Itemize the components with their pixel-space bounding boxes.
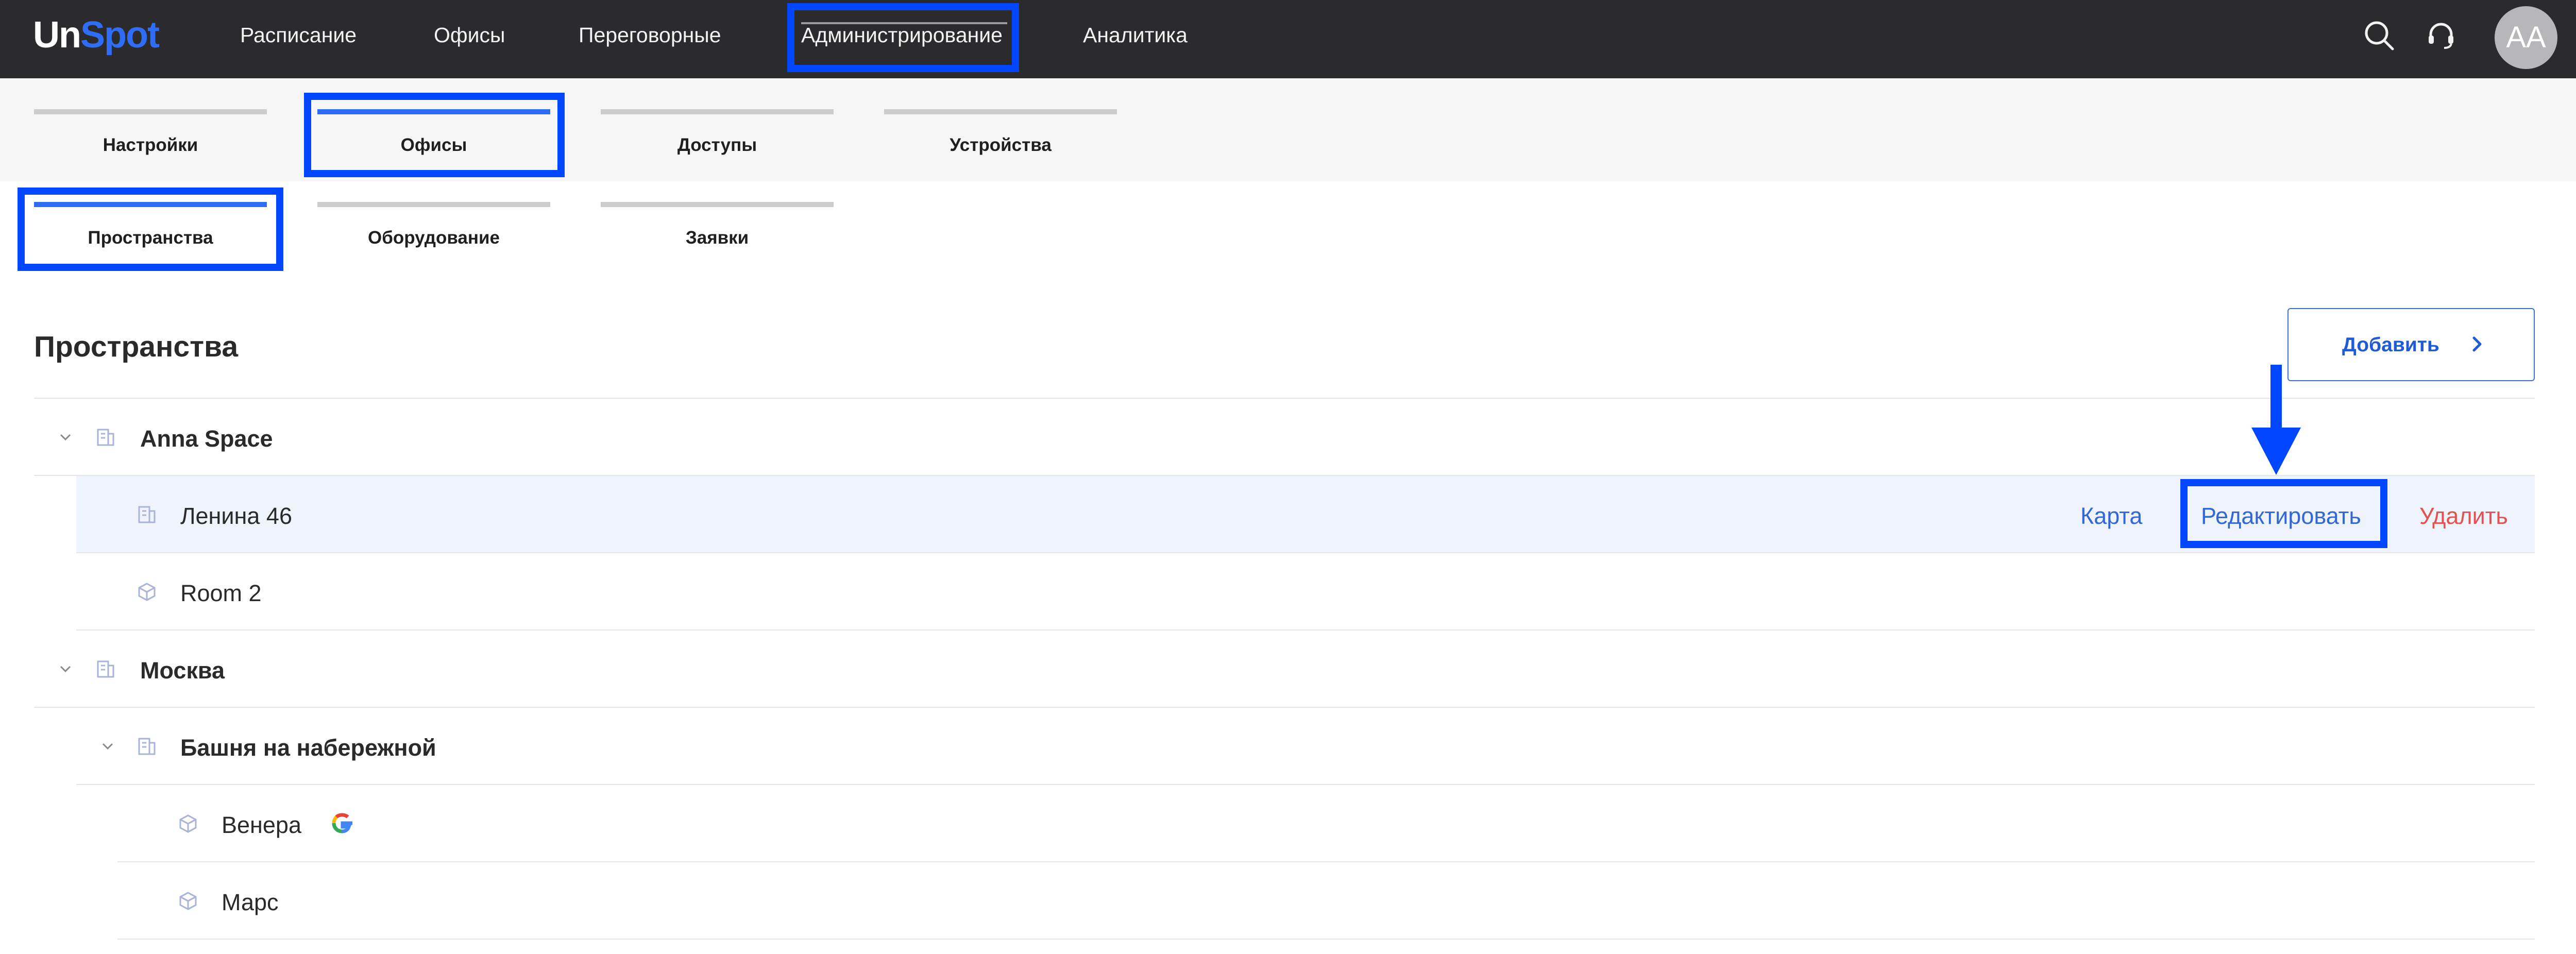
logo-part-un: Un (33, 14, 81, 56)
nav-analytics[interactable]: Аналитика (1083, 23, 1188, 47)
tree-item-name: Башня на набережной (180, 735, 436, 761)
tree-row-mars[interactable]: Марс (117, 862, 2535, 940)
tab-indicator (884, 109, 1117, 114)
annotation-arrow-down-icon (2251, 365, 2301, 475)
chevron-down-icon[interactable] (57, 660, 74, 678)
tree-item-name: Room 2 (180, 580, 262, 606)
building-icon (138, 738, 156, 755)
tree-row-bashnya[interactable]: Башня на набережной (76, 708, 2535, 785)
tab-settings[interactable]: Настройки (34, 109, 267, 166)
tab-label: Заявки (685, 228, 749, 248)
chevron-down-icon[interactable] (99, 738, 116, 755)
google-icon (332, 813, 352, 833)
tab-label: Настройки (103, 135, 198, 155)
tree-item-name: Ленина 46 (180, 503, 292, 529)
top-navigation-bar: UnSpot Расписание Офисы Переговорные Адм… (0, 0, 2576, 78)
building-icon (97, 660, 114, 678)
tree-item-name: Москва (140, 657, 225, 684)
tree-row-anna-space[interactable]: Anna Space (34, 399, 2535, 476)
tree-item-name: Марс (222, 889, 279, 915)
tab-indicator (317, 202, 550, 207)
tab-label: Устройства (950, 135, 1052, 155)
nav-schedule[interactable]: Расписание (240, 23, 357, 47)
nav-offices[interactable]: Офисы (434, 23, 505, 47)
add-button[interactable]: Добавить (2287, 308, 2535, 381)
chevron-right-icon (2472, 336, 2482, 352)
tree-item-name: Anna Space (140, 425, 273, 452)
building-icon (97, 429, 114, 446)
search-icon[interactable] (2363, 19, 2396, 52)
tab-label: Доступы (677, 135, 757, 155)
logo-part-spot: Spot (80, 14, 160, 56)
tree-row-room-2[interactable]: Room 2 (76, 553, 2535, 631)
map-link[interactable]: Карта (2080, 503, 2142, 530)
tree-row-moskva[interactable]: Москва (34, 631, 2535, 708)
highlight-frame-administration (787, 3, 1019, 72)
tab-devices[interactable]: Устройства (884, 109, 1117, 166)
room-cube-icon (179, 892, 197, 910)
highlight-frame-edit (2180, 479, 2387, 548)
tab-label: Оборудование (368, 228, 500, 248)
avatar[interactable]: AA (2495, 6, 2557, 69)
tree-row-venera[interactable]: Венера (117, 785, 2535, 862)
tree-row-lenina-46[interactable]: Ленина 46 Карта Редактировать Удалить (76, 476, 2535, 553)
tree-item-name: Венера (222, 812, 301, 838)
tab-requests[interactable]: Заявки (601, 202, 834, 259)
building-icon (138, 506, 156, 523)
tab-indicator (601, 109, 834, 114)
tab-equipment[interactable]: Оборудование (317, 202, 550, 259)
chevron-down-icon[interactable] (57, 429, 74, 446)
add-button-label: Добавить (2342, 334, 2439, 356)
room-cube-icon (179, 814, 197, 833)
page-title: Пространства (34, 330, 239, 363)
tab-indicator (601, 202, 834, 207)
tab-indicator (34, 109, 267, 114)
headset-support-icon[interactable] (2425, 19, 2458, 52)
tab-access[interactable]: Доступы (601, 109, 834, 166)
delete-link[interactable]: Удалить (2419, 503, 2508, 530)
unspot-logo[interactable]: UnSpot (33, 11, 160, 59)
nav-meeting-rooms[interactable]: Переговорные (579, 23, 721, 47)
room-cube-icon (138, 583, 156, 601)
highlight-frame-spaces-tab (18, 188, 283, 271)
highlight-frame-offices-tab (304, 93, 565, 177)
